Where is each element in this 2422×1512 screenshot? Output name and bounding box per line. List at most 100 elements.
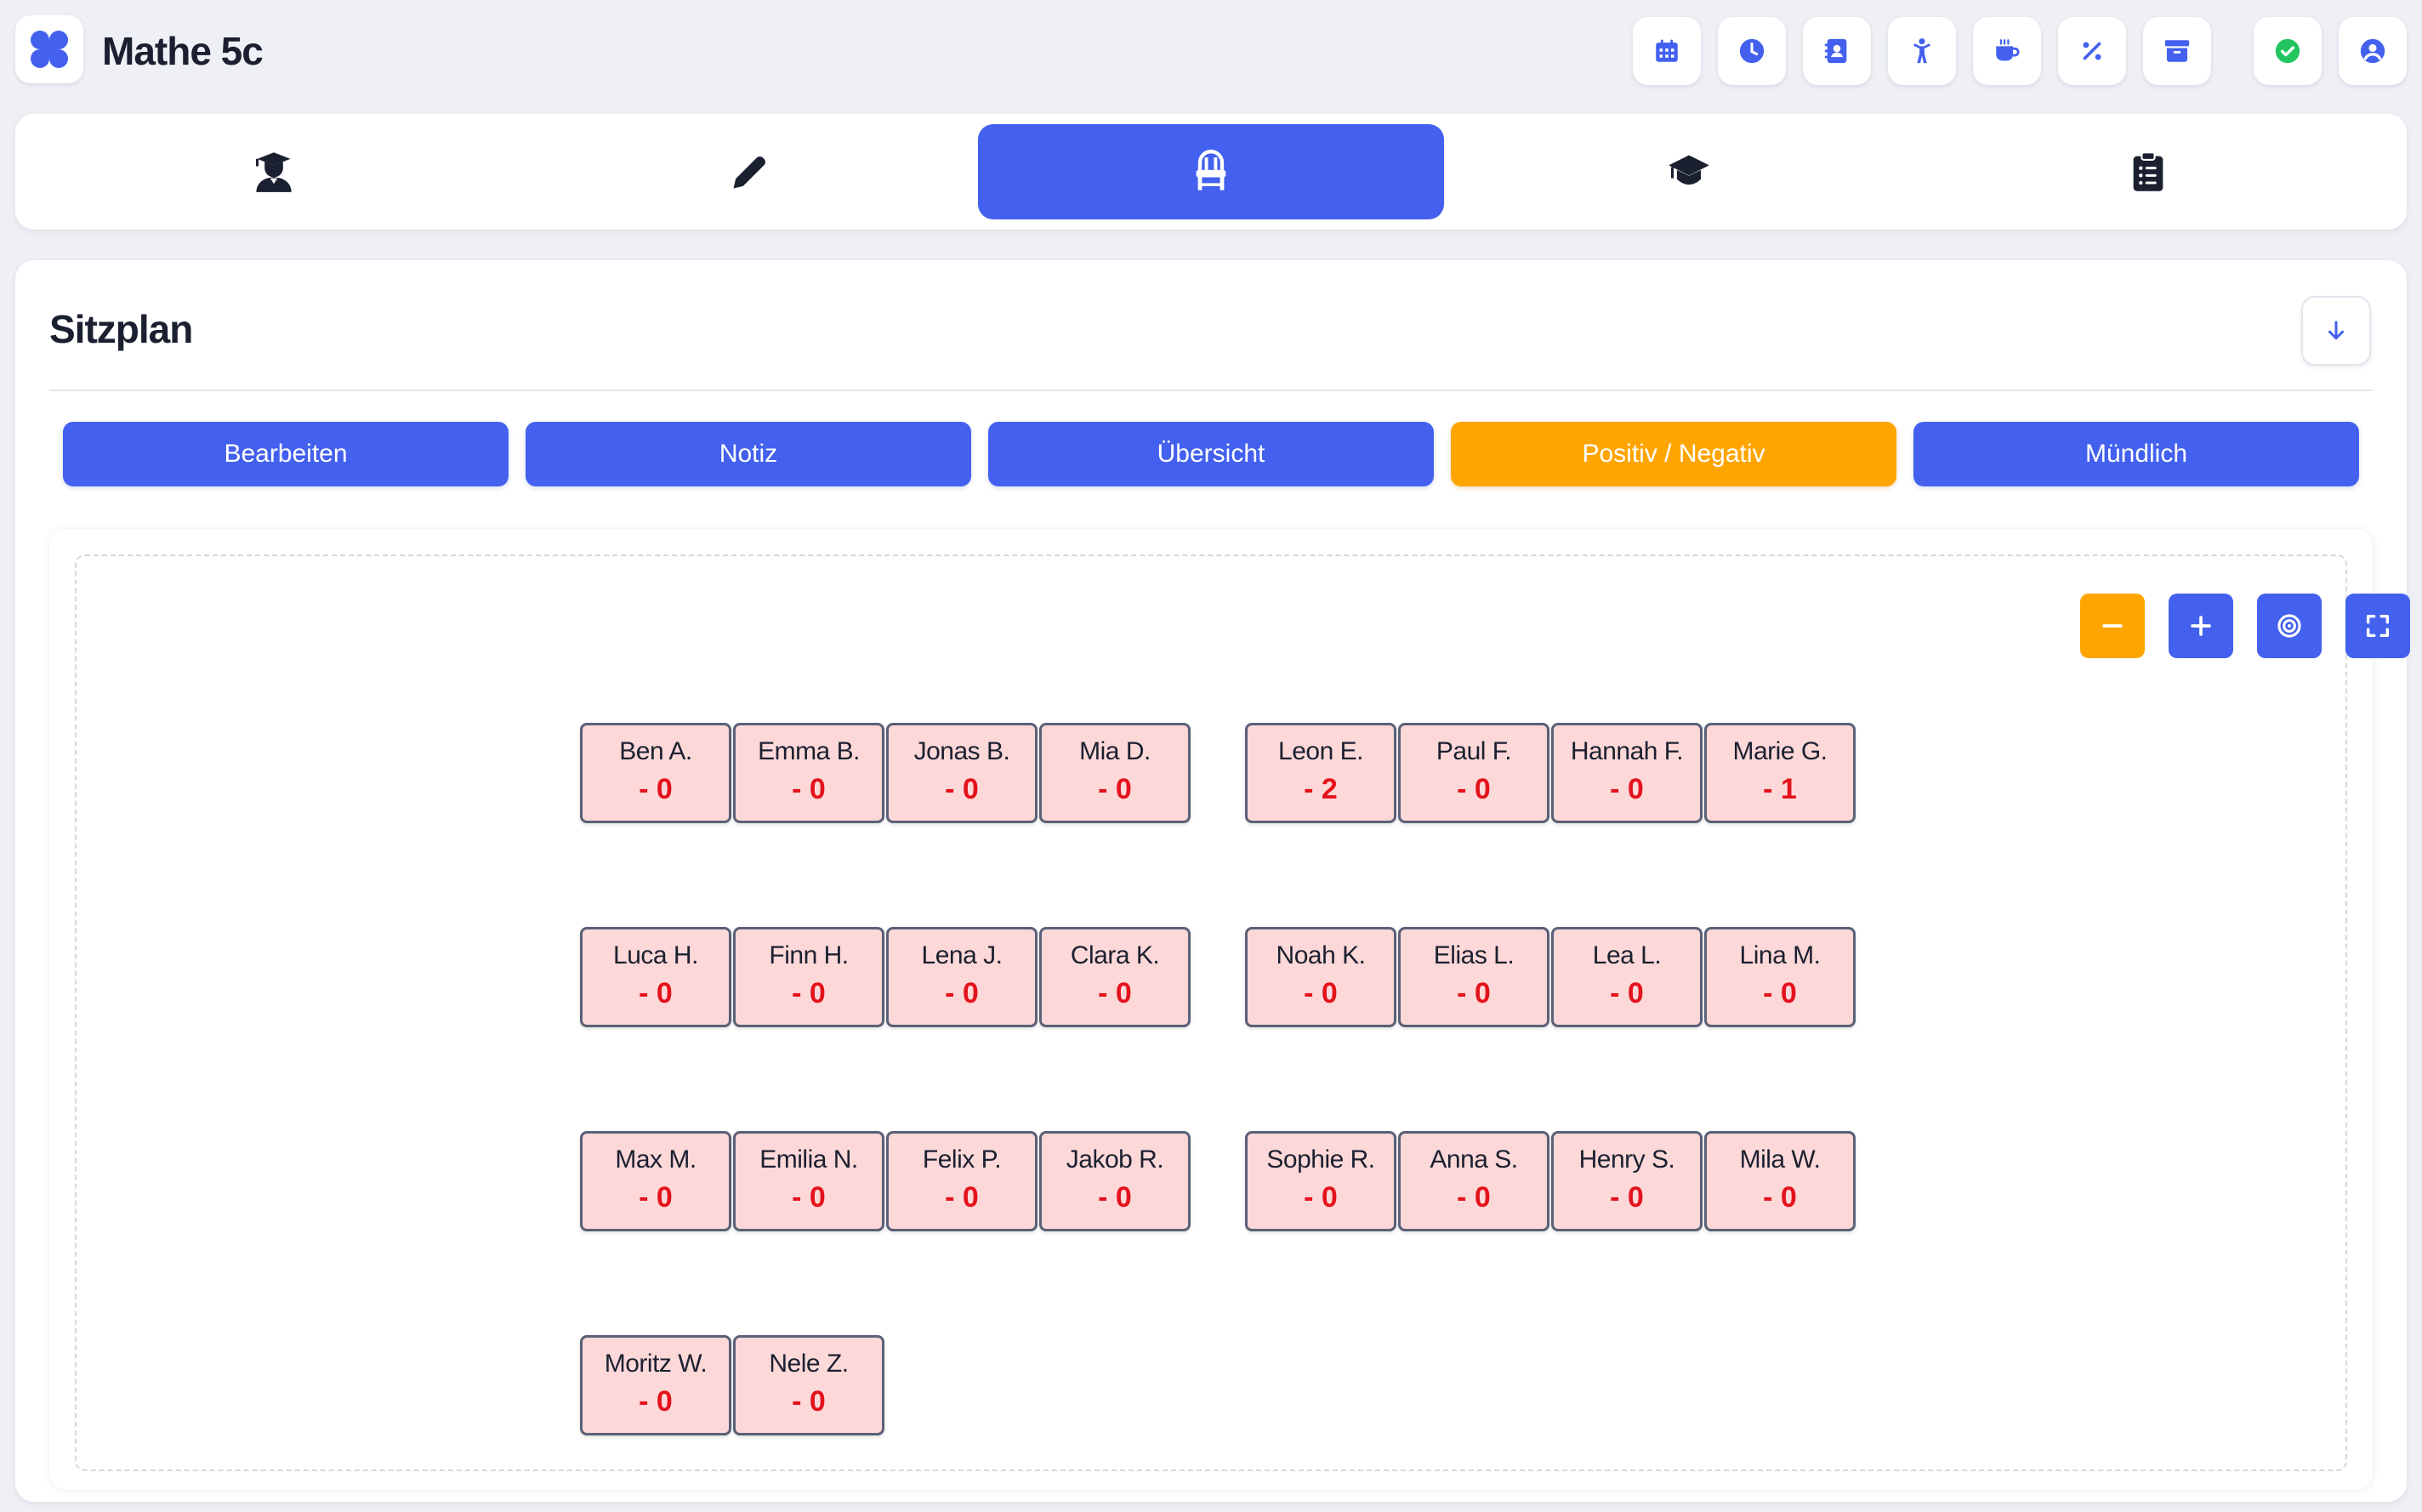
seat-card[interactable]: Henry S. - 0 <box>1551 1131 1703 1231</box>
student-name: Henry S. <box>1578 1145 1675 1174</box>
seat-card[interactable]: Marie G. - 1 <box>1704 723 1856 823</box>
seat-card[interactable]: Mila W. - 0 <box>1704 1131 1856 1231</box>
tab-students[interactable] <box>41 124 507 219</box>
student-icon <box>255 152 292 192</box>
archive-box-icon <box>2164 40 2190 62</box>
student-name: Marie G. <box>1732 737 1828 765</box>
collapse-button[interactable] <box>2301 296 2371 366</box>
student-score: - 0 <box>1304 1181 1338 1214</box>
seat-card[interactable]: Emilia N. - 0 <box>733 1131 884 1231</box>
student-name: Leon E. <box>1278 737 1363 765</box>
seat-card[interactable]: Leon E. - 2 <box>1245 723 1396 823</box>
minus-icon <box>2102 624 2123 628</box>
mode-edit-button[interactable]: Bearbeiten <box>63 422 509 486</box>
percent-icon <box>2083 42 2101 60</box>
seat-card[interactable]: Lina M. - 0 <box>1704 927 1856 1027</box>
chair-icon <box>1196 150 1226 190</box>
center-view-button[interactable] <box>2257 594 2322 658</box>
student-name: Clara K. <box>1070 941 1160 969</box>
calendar-icon <box>1656 39 1678 62</box>
tab-notes[interactable] <box>517 124 983 219</box>
app-title: Mathe 5c <box>102 29 264 73</box>
zoom-out-button[interactable] <box>2080 594 2145 658</box>
seat-card[interactable]: Emma B. - 0 <box>733 723 884 823</box>
plus-icon <box>2191 616 2211 636</box>
seat-card[interactable]: Lea L. - 0 <box>1551 927 1703 1027</box>
student-name: Paul F. <box>1436 737 1512 765</box>
student-score: - 0 <box>1098 773 1132 805</box>
seat-card[interactable]: Anna S. - 0 <box>1398 1131 1549 1231</box>
student-name: Nele Z. <box>769 1350 849 1378</box>
child-button[interactable] <box>1888 17 1956 85</box>
seating-area[interactable]: Ben A. - 0 Emma B. - 0 Jonas B. - 0 Mia D. - 0L… <box>75 554 2410 1471</box>
section-title: Sitzplan <box>49 307 193 351</box>
app-logo[interactable] <box>15 15 83 83</box>
student-score: - 0 <box>945 773 979 805</box>
student-score: - 0 <box>639 1181 673 1214</box>
clock-button[interactable] <box>1718 17 1786 85</box>
mode-overview-button[interactable]: Übersicht <box>988 422 1434 486</box>
student-score: - 0 <box>1098 1181 1132 1214</box>
seat-card[interactable]: Ben A. - 0 <box>580 723 731 823</box>
seat-card[interactable]: Clara K. - 0 <box>1039 927 1191 1027</box>
user-profile-icon <box>2360 38 2385 64</box>
seat-card[interactable]: Felix P. - 0 <box>886 1131 1038 1231</box>
seat-card[interactable]: Mia D. - 0 <box>1039 723 1191 823</box>
mode-positive-negative-button[interactable]: Positiv / Negativ <box>1451 422 1896 486</box>
mode-note-button[interactable]: Notiz <box>526 422 971 486</box>
student-score: - 2 <box>1304 773 1338 805</box>
seat-card[interactable]: Hannah F. - 0 <box>1551 723 1703 823</box>
student-name: Jakob R. <box>1066 1145 1164 1174</box>
student-name: Noah K. <box>1276 941 1366 969</box>
seat-card[interactable]: Noah K. - 0 <box>1245 927 1396 1027</box>
check-circle-icon <box>2275 38 2300 64</box>
seat-card[interactable]: Sophie R. - 0 <box>1245 1131 1396 1231</box>
fullscreen-button[interactable] <box>2345 594 2410 658</box>
seat-card[interactable]: Lena J. - 0 <box>886 927 1038 1027</box>
coffee-cup-icon <box>1996 39 2020 61</box>
coffee-cup-button[interactable] <box>1973 17 2041 85</box>
contact-book-button[interactable] <box>1803 17 1871 85</box>
student-name: Moritz W. <box>604 1350 708 1378</box>
tab-seating-plan[interactable] <box>978 124 1444 219</box>
student-name: Lina M. <box>1739 941 1821 969</box>
student-score: - 0 <box>639 1385 673 1418</box>
tab-grades[interactable] <box>1456 124 1922 219</box>
student-name: Hannah F. <box>1570 737 1684 765</box>
seat-card[interactable]: Max M. - 0 <box>580 1131 731 1231</box>
seat-card[interactable]: Moritz W. - 0 <box>580 1335 731 1435</box>
child-icon <box>1913 38 1930 64</box>
student-score: - 0 <box>792 1181 826 1214</box>
apps-grid-icon <box>31 31 68 68</box>
student-score: - 0 <box>792 977 826 1009</box>
seat-card[interactable]: Finn H. - 0 <box>733 927 884 1027</box>
student-name: Mila W. <box>1739 1145 1821 1174</box>
student-name: Finn H. <box>769 941 849 969</box>
percent-button[interactable] <box>2058 17 2126 85</box>
student-score: - 0 <box>1457 1181 1491 1214</box>
mode-oral-button[interactable]: Mündlich <box>1913 422 2359 486</box>
seat-card[interactable]: Luca H. - 0 <box>580 927 731 1027</box>
student-name: Lea L. <box>1592 941 1662 969</box>
student-score: - 1 <box>1763 773 1797 805</box>
tab-tasks[interactable] <box>1915 124 2381 219</box>
sync-status-button[interactable] <box>2254 17 2322 85</box>
zoom-in-button[interactable] <box>2169 594 2233 658</box>
student-name: Max M. <box>615 1145 696 1174</box>
seat-card[interactable]: Jakob R. - 0 <box>1039 1131 1191 1231</box>
profile-button[interactable] <box>2339 17 2407 85</box>
student-name: Jonas B. <box>913 737 1010 765</box>
archive-button[interactable] <box>2143 17 2211 85</box>
calendar-button[interactable] <box>1633 17 1701 85</box>
student-name: Lena J. <box>921 941 1003 969</box>
seat-card[interactable]: Elias L. - 0 <box>1398 927 1549 1027</box>
student-score: - 0 <box>792 773 826 805</box>
graduation-cap-icon <box>1669 155 1709 185</box>
target-icon <box>2277 614 2301 638</box>
student-score: - 0 <box>1610 773 1644 805</box>
section-divider <box>49 389 2373 391</box>
student-score: - 0 <box>639 977 673 1009</box>
seat-card[interactable]: Jonas B. - 0 <box>886 723 1038 823</box>
seat-card[interactable]: Paul F. - 0 <box>1398 723 1549 823</box>
seat-card[interactable]: Nele Z. - 0 <box>733 1335 884 1435</box>
